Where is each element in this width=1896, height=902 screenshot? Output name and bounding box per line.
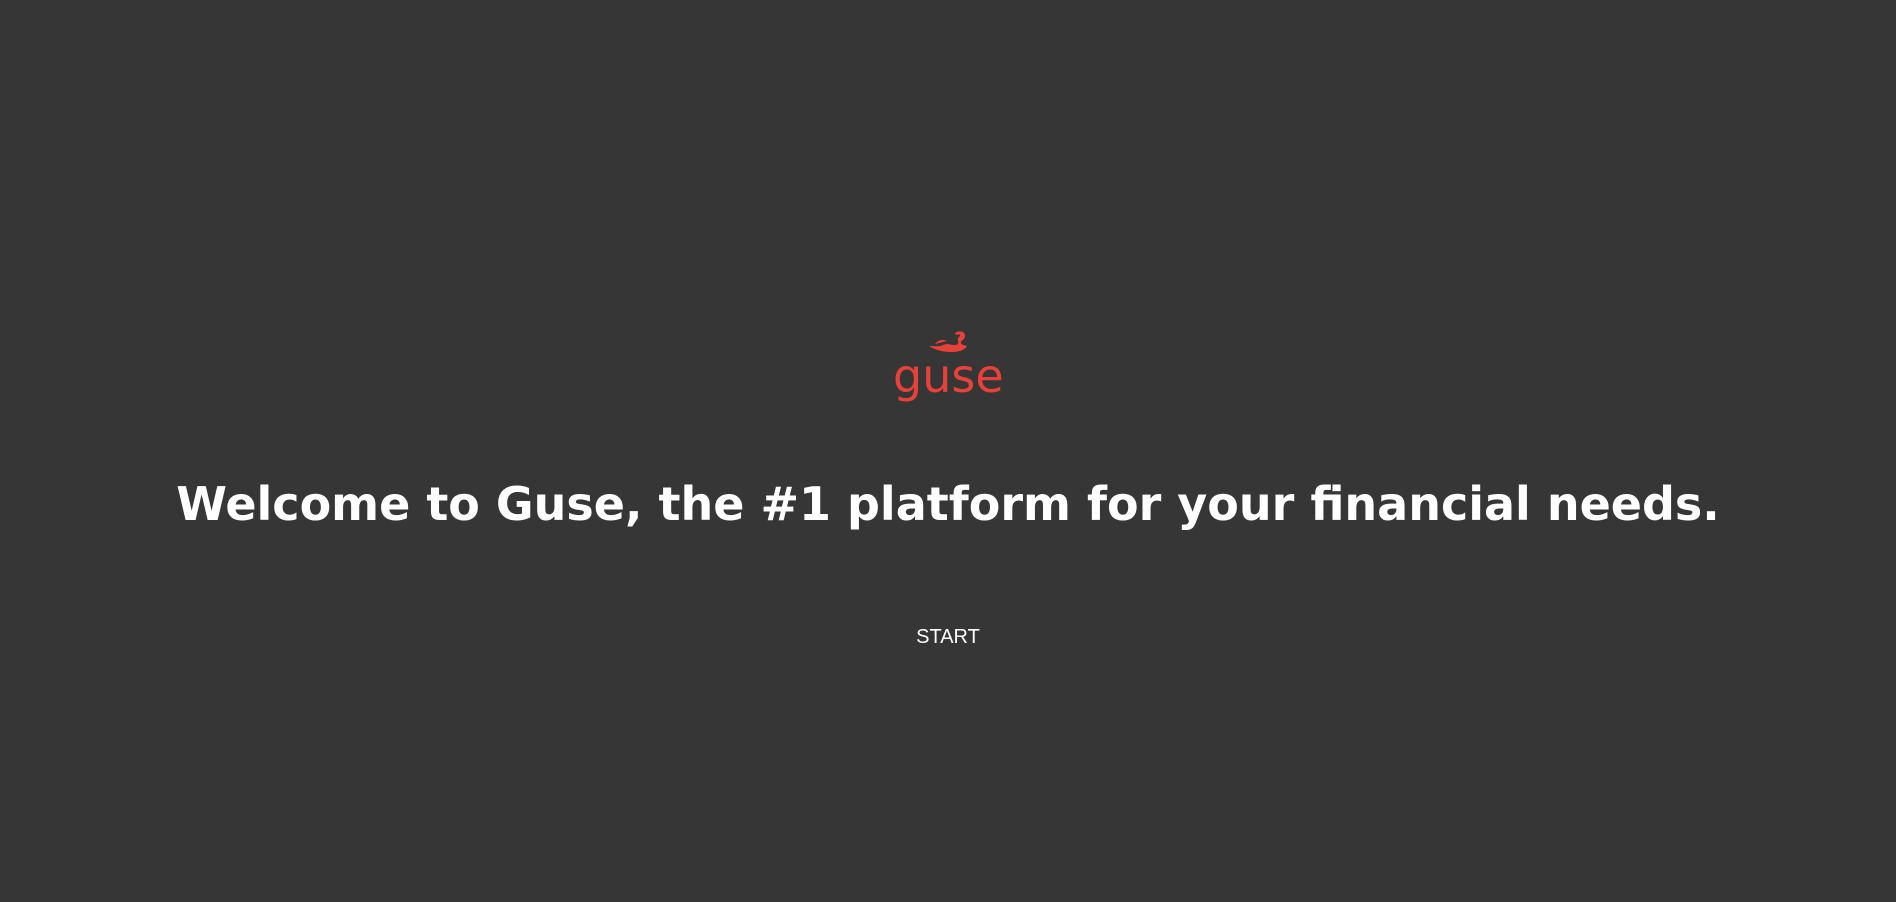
brand-wordmark: guse — [893, 349, 1004, 403]
welcome-headline: Welcome to Guse, the #1 platform for you… — [176, 477, 1720, 531]
brand-logo-inner: guse — [893, 330, 1004, 408]
landing-page: guse Welcome to Guse, the #1 platform fo… — [0, 0, 1896, 902]
brand-logo: guse — [0, 330, 1896, 408]
start-button[interactable]: START — [898, 620, 998, 654]
